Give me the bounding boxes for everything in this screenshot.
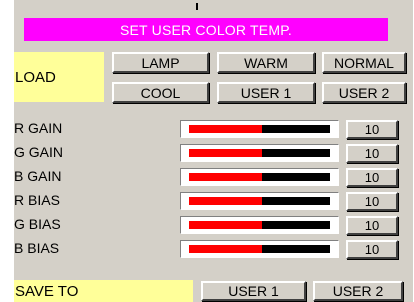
r-bias-slider[interactable] xyxy=(180,192,339,210)
b-gain-slider-fill xyxy=(189,173,263,181)
r-gain-slider[interactable] xyxy=(180,120,339,138)
b-bias-slider-fill xyxy=(189,245,263,253)
page-title: SET USER COLOR TEMP. xyxy=(24,18,388,41)
g-gain-slider-fill xyxy=(189,149,263,157)
load-cool-button[interactable]: COOL xyxy=(112,82,209,103)
g-bias-value-button[interactable]: 10 xyxy=(346,216,398,235)
load-user2-button[interactable]: USER 2 xyxy=(322,82,406,103)
b-gain-value-button[interactable]: 10 xyxy=(346,168,398,187)
b-bias-label: B BIAS xyxy=(14,240,60,256)
g-bias-label: G BIAS xyxy=(14,216,61,232)
g-gain-slider-track xyxy=(189,149,330,157)
g-gain-value-button[interactable]: 10 xyxy=(346,144,398,163)
r-gain-slider-track xyxy=(189,125,330,133)
save-to-label: SAVE TO xyxy=(14,280,193,302)
g-bias-slider-track xyxy=(189,221,330,229)
g-gain-slider[interactable] xyxy=(180,144,339,162)
g-gain-label: G GAIN xyxy=(14,144,64,160)
load-label: LOAD xyxy=(14,52,104,102)
b-gain-label: B GAIN xyxy=(14,168,62,184)
g-bias-slider-fill xyxy=(189,221,263,229)
load-warm-button[interactable]: WARM xyxy=(217,52,315,73)
load-lamp-button[interactable]: LAMP xyxy=(112,52,209,73)
r-bias-slider-fill xyxy=(189,197,263,205)
r-bias-slider-track xyxy=(189,197,330,205)
save-user1-button[interactable]: USER 1 xyxy=(201,281,306,301)
b-bias-value-button[interactable]: 10 xyxy=(346,240,398,259)
g-bias-slider[interactable] xyxy=(180,216,339,234)
b-bias-slider-track xyxy=(189,245,330,253)
b-gain-slider[interactable] xyxy=(180,168,339,186)
r-gain-label: R GAIN xyxy=(14,120,63,136)
b-gain-slider-track xyxy=(189,173,330,181)
load-normal-button[interactable]: NORMAL xyxy=(322,52,406,73)
r-gain-slider-fill xyxy=(189,125,263,133)
b-bias-slider[interactable] xyxy=(180,240,339,258)
r-bias-value-button[interactable]: 10 xyxy=(346,192,398,211)
r-gain-value-button[interactable]: 10 xyxy=(346,120,398,139)
load-user1-button[interactable]: USER 1 xyxy=(217,82,315,103)
save-user2-button[interactable]: USER 2 xyxy=(313,281,403,301)
r-bias-label: R BIAS xyxy=(14,192,60,208)
top-marker xyxy=(196,3,198,10)
